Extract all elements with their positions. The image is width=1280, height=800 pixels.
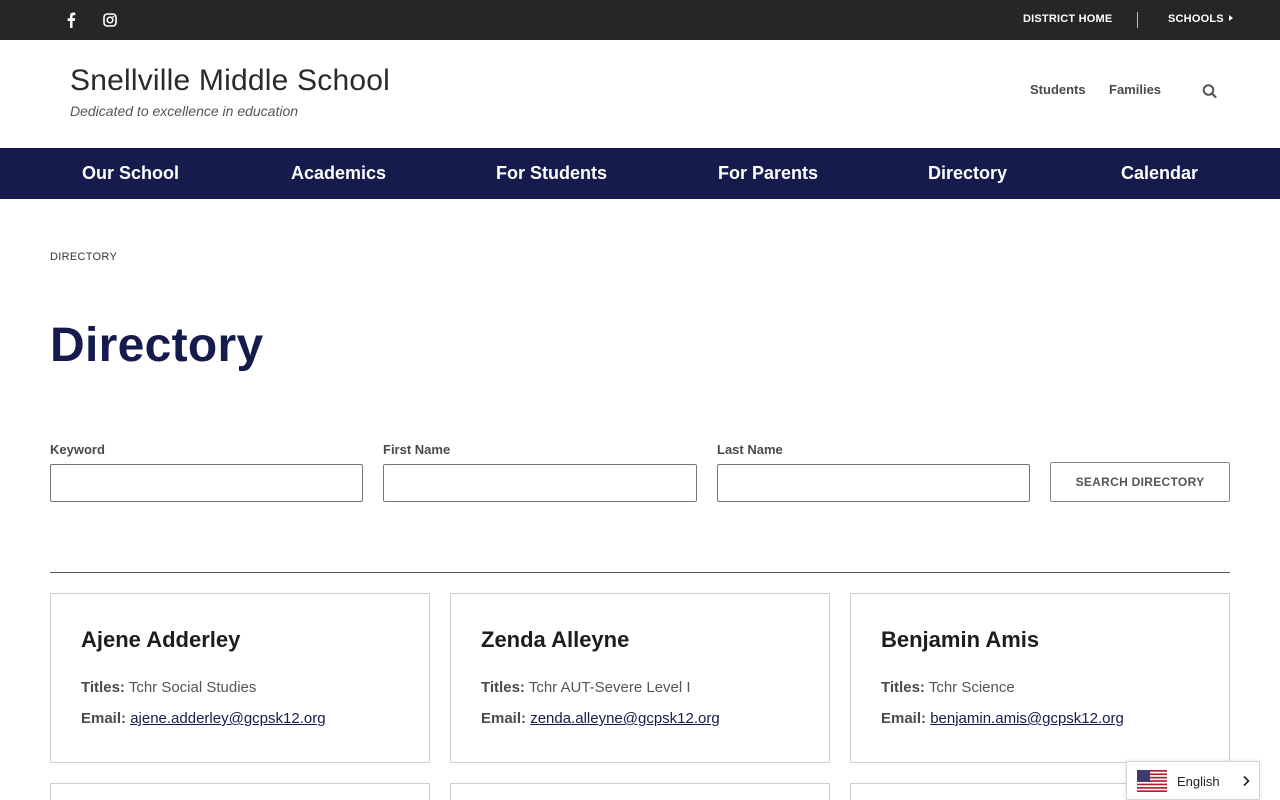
- person-name: Benjamin Amis: [881, 627, 1040, 652]
- chevron-right-icon: [1243, 775, 1250, 787]
- nav-calendar[interactable]: Calendar: [1121, 163, 1198, 184]
- search-directory-button[interactable]: SEARCH DIRECTORY: [1050, 462, 1230, 502]
- person-email-row: Email: ajene.adderley@gcpsk12.org: [81, 710, 326, 727]
- instagram-icon[interactable]: [100, 10, 120, 30]
- utility-bar: DISTRICT HOME SCHOOLS: [0, 0, 1280, 40]
- person-titles: Titles: Tchr Science: [881, 679, 1015, 696]
- last-name-input[interactable]: [717, 464, 1030, 502]
- language-label: English: [1177, 774, 1220, 789]
- directory-card: [450, 783, 830, 800]
- facebook-icon[interactable]: [61, 10, 81, 30]
- nav-for-students[interactable]: For Students: [496, 163, 607, 184]
- nav-for-parents[interactable]: For Parents: [718, 163, 818, 184]
- nav-our-school[interactable]: Our School: [82, 163, 179, 184]
- person-title: Tchr Social Studies: [128, 679, 257, 696]
- person-title: Tchr Science: [928, 679, 1015, 696]
- last-name-label: Last Name: [717, 442, 783, 457]
- us-flag-icon: [1137, 770, 1167, 792]
- directory-card: Ajene Adderley Titles: Tchr Social Studi…: [50, 593, 430, 763]
- person-title: Tchr AUT-Severe Level I: [528, 679, 691, 696]
- person-titles: Titles: Tchr Social Studies: [81, 679, 256, 696]
- topbar-divider: [1137, 12, 1138, 28]
- header-link-families[interactable]: Families: [1109, 82, 1161, 97]
- keyword-label: Keyword: [50, 442, 105, 457]
- person-name: Zenda Alleyne: [481, 627, 630, 652]
- main-nav: Our School Academics For Students For Pa…: [0, 148, 1280, 199]
- search-icon[interactable]: [1201, 82, 1219, 100]
- district-home-link[interactable]: DISTRICT HOME: [1023, 13, 1112, 25]
- email-label: Email:: [481, 710, 527, 727]
- person-email-row: Email: benjamin.amis@gcpsk12.org: [881, 710, 1124, 727]
- language-selector[interactable]: English: [1126, 761, 1260, 800]
- header-link-students[interactable]: Students: [1030, 82, 1086, 97]
- person-email-link[interactable]: zenda.alleyne@gcpsk12.org: [530, 710, 720, 727]
- site-title[interactable]: Snellville Middle School: [70, 64, 390, 98]
- person-email-link[interactable]: benjamin.amis@gcpsk12.org: [930, 710, 1124, 727]
- caret-right-icon: [1228, 15, 1233, 21]
- person-email-link[interactable]: ajene.adderley@gcpsk12.org: [130, 710, 325, 727]
- titles-label: Titles:: [81, 679, 125, 696]
- titles-label: Titles:: [481, 679, 525, 696]
- schools-label: SCHOOLS: [1168, 13, 1224, 25]
- site-tagline: Dedicated to excellence in education: [70, 103, 299, 119]
- nav-directory[interactable]: Directory: [928, 163, 1007, 184]
- person-titles: Titles: Tchr AUT-Severe Level I: [481, 679, 691, 696]
- directory-card: [50, 783, 430, 800]
- email-label: Email:: [81, 710, 127, 727]
- divider: [50, 572, 1230, 573]
- breadcrumb[interactable]: DIRECTORY: [50, 251, 117, 263]
- directory-card: Zenda Alleyne Titles: Tchr AUT-Severe Le…: [450, 593, 830, 763]
- titles-label: Titles:: [881, 679, 925, 696]
- directory-card: Benjamin Amis Titles: Tchr Science Email…: [850, 593, 1230, 763]
- person-name: Ajene Adderley: [81, 627, 241, 652]
- email-label: Email:: [881, 710, 927, 727]
- first-name-input[interactable]: [383, 464, 697, 502]
- schools-dropdown[interactable]: SCHOOLS: [1168, 13, 1233, 25]
- person-email-row: Email: zenda.alleyne@gcpsk12.org: [481, 710, 720, 727]
- first-name-label: First Name: [383, 442, 451, 457]
- nav-academics[interactable]: Academics: [291, 163, 386, 184]
- keyword-input[interactable]: [50, 464, 363, 502]
- page-title: Directory: [50, 319, 264, 372]
